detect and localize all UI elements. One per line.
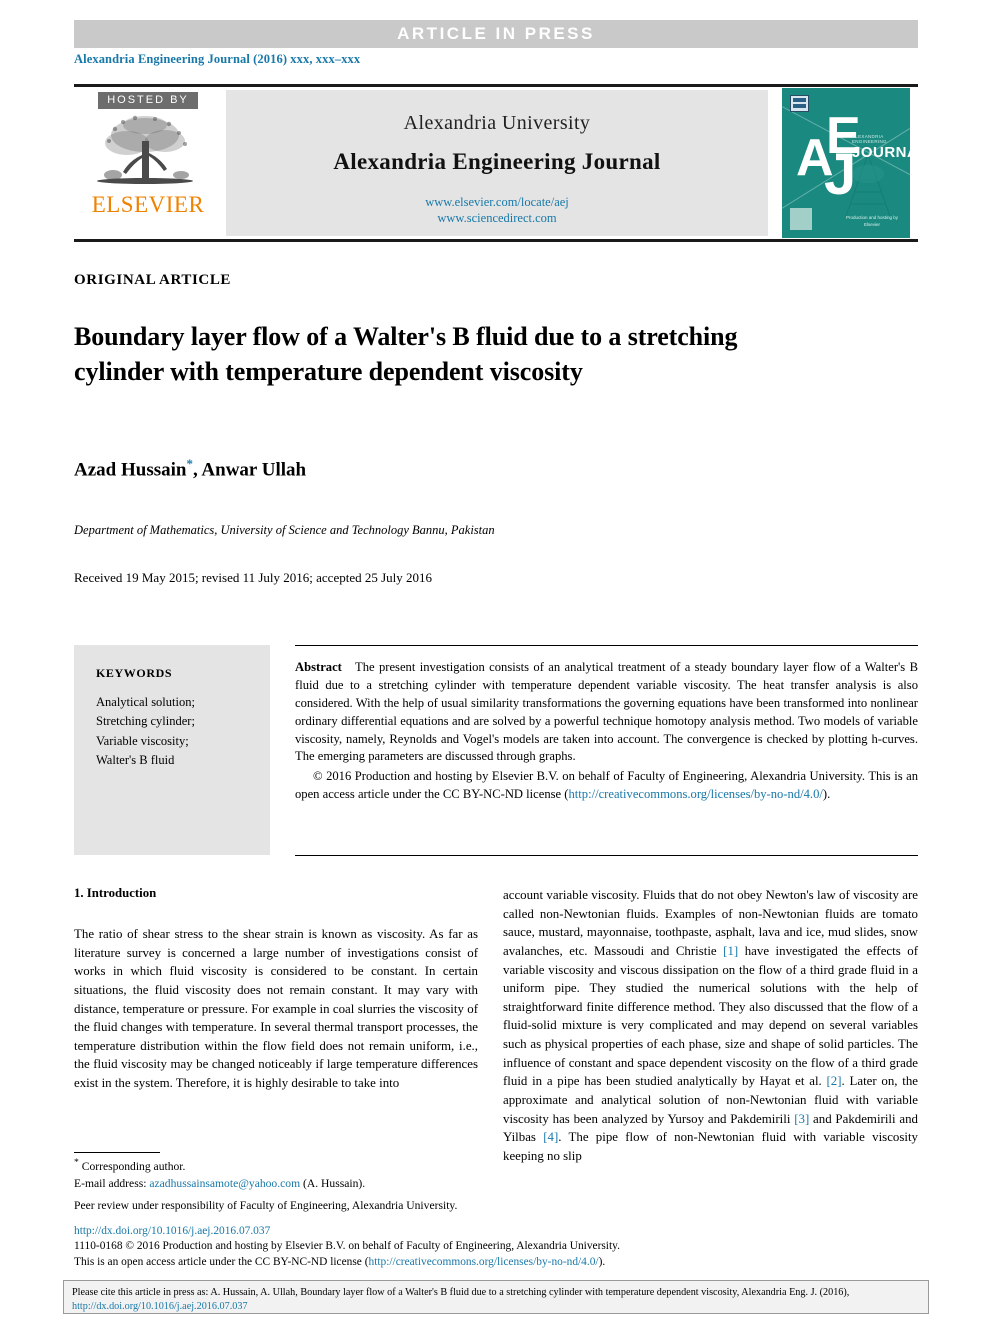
reference-link-4[interactable]: [4] [543,1130,558,1144]
asterisk-icon: * [74,1157,79,1168]
cite-text: Please cite this article in press as: A.… [72,1287,850,1298]
journal-urls: www.elsevier.com/locate/aej www.scienced… [226,195,768,226]
author-secondary: , Anwar Ullah [192,459,307,481]
abstract-block: Abstract The present investigation consi… [295,659,918,804]
footnote-block: * Corresponding author. E-mail address: … [74,1156,486,1214]
doi-link[interactable]: http://dx.doi.org/10.1016/j.aej.2016.07.… [74,1224,774,1239]
masthead-top-rule [74,84,918,87]
journal-citation-line: Alexandria Engineering Journal (2016) xx… [74,52,361,66]
reference-link-2[interactable]: [2] [826,1074,841,1088]
section-heading-introduction: 1. Introduction [74,886,157,900]
affiliation: Department of Mathematics, University of… [74,523,495,537]
page-title: Boundary layer flow of a Walter's B flui… [74,322,738,386]
keyword-item: Variable viscosity; [96,733,189,748]
university-name: Alexandria University [403,112,591,134]
cover-emblem-icon [790,95,809,112]
abstract-label: Abstract [295,660,342,674]
article-type-label: ORIGINAL ARTICLE [74,272,232,288]
journal-cover-block: A E J ALEXANDRIA ENGINEERING JOURNAL Pro… [774,88,916,238]
banner-label: ARTICLE IN PRESS [397,24,595,43]
cc-license-link[interactable]: http://creativecommons.org/licenses/by-n… [568,787,822,801]
elsevier-wordmark: ELSEVIER [91,192,205,217]
keyword-item: Analytical solution; [96,695,195,709]
article-in-press-banner: ARTICLE IN PRESS [74,20,918,48]
keyword-item: Walter's B fluid [96,753,175,768]
copyright-text-end: ). [822,787,831,802]
corresponding-author-note: * Corresponding author. [74,1156,486,1175]
keywords-panel: KEYWORDS Analytical solution; Stretching… [74,645,270,855]
aej-cover-image: A E J ALEXANDRIA ENGINEERING JOURNAL Pro… [782,88,910,238]
cite-doi-link[interactable]: http://dx.doi.org/10.1016/j.aej.2016.07.… [72,1301,248,1312]
corresponding-text: Corresponding author. [81,1159,186,1173]
author-primary: Azad Hussain [74,459,187,481]
reference-link-3[interactable]: [3] [794,1112,809,1126]
cover-journal-word: JOURNAL [852,144,910,161]
cite-this-article-box: Please cite this article in press as: A.… [63,1280,929,1314]
footer-cc-license-link[interactable]: http://creativecommons.org/licenses/by-n… [369,1256,599,1268]
email-note: E-mail address: azadhussainsamote@yahoo.… [74,1176,486,1192]
sciencedirect-url[interactable]: www.sciencedirect.com [226,211,768,227]
author-email-link[interactable]: azadhussainsamote@yahoo.com [149,1177,300,1190]
license-line: This is an open access article under the… [74,1255,774,1270]
hosted-by-badge: HOSTED BY [98,92,198,109]
email-label: E-mail address: [74,1177,147,1191]
reference-link-1[interactable]: [1] [723,944,738,958]
keywords-heading: KEYWORDS [96,666,173,680]
abstract-text: The present investigation consists of an… [295,660,918,764]
elsevier-tree-icon [97,115,193,184]
abstract-copyright: © 2016 Production and hosting by Elsevie… [295,768,918,804]
received-dates: Received 19 May 2015; revised 11 July 20… [74,570,433,585]
elsevier-logo-block: HOSTED BY ELSEVIER [76,90,220,236]
abstract-bottom-rule [295,855,918,856]
journal-name: Alexandria Engineering Journal [333,149,661,174]
keyword-item: Stretching cylinder; [96,714,195,729]
abstract-top-rule [295,645,918,646]
cover-footer-text: Production and hosting by Elsevier [845,214,899,227]
footnote-rule [74,1152,160,1153]
email-suffix: (A. Hussain). [303,1177,366,1191]
license-text-end: ). [598,1255,606,1268]
cover-subtitle: ALEXANDRIA ENGINEERING [852,134,887,144]
body-text: have investigated the effects of variabl… [503,943,918,1089]
journal-masthead: HOSTED BY ELSEVIER Alexandria University… [74,84,918,242]
issn-copyright-line: 1110-0168 © 2016 Production and hosting … [74,1240,620,1253]
masthead-bottom-rule [74,239,918,242]
elsevier-locate-url[interactable]: www.elsevier.com/locate/aej [226,195,768,211]
cover-seal-icon [790,208,812,230]
body-text: . The pipe flow of non-Newtonian fluid w… [503,1130,918,1163]
publication-meta: http://dx.doi.org/10.1016/j.aej.2016.07.… [74,1224,774,1270]
keywords-list: Analytical solution; Stretching cylinder… [96,693,270,771]
license-text: This is an open access article under the… [74,1255,369,1268]
peer-review-note: Peer review under responsibility of Facu… [74,1198,458,1212]
body-column-left: The ratio of shear stress to the shear s… [74,927,478,1091]
journal-title-panel: Alexandria University Alexandria Enginee… [226,90,768,236]
body-column-right: account variable viscosity. Fluids that … [503,886,918,1166]
author-list: Azad Hussain*, Anwar Ullah [74,456,306,481]
